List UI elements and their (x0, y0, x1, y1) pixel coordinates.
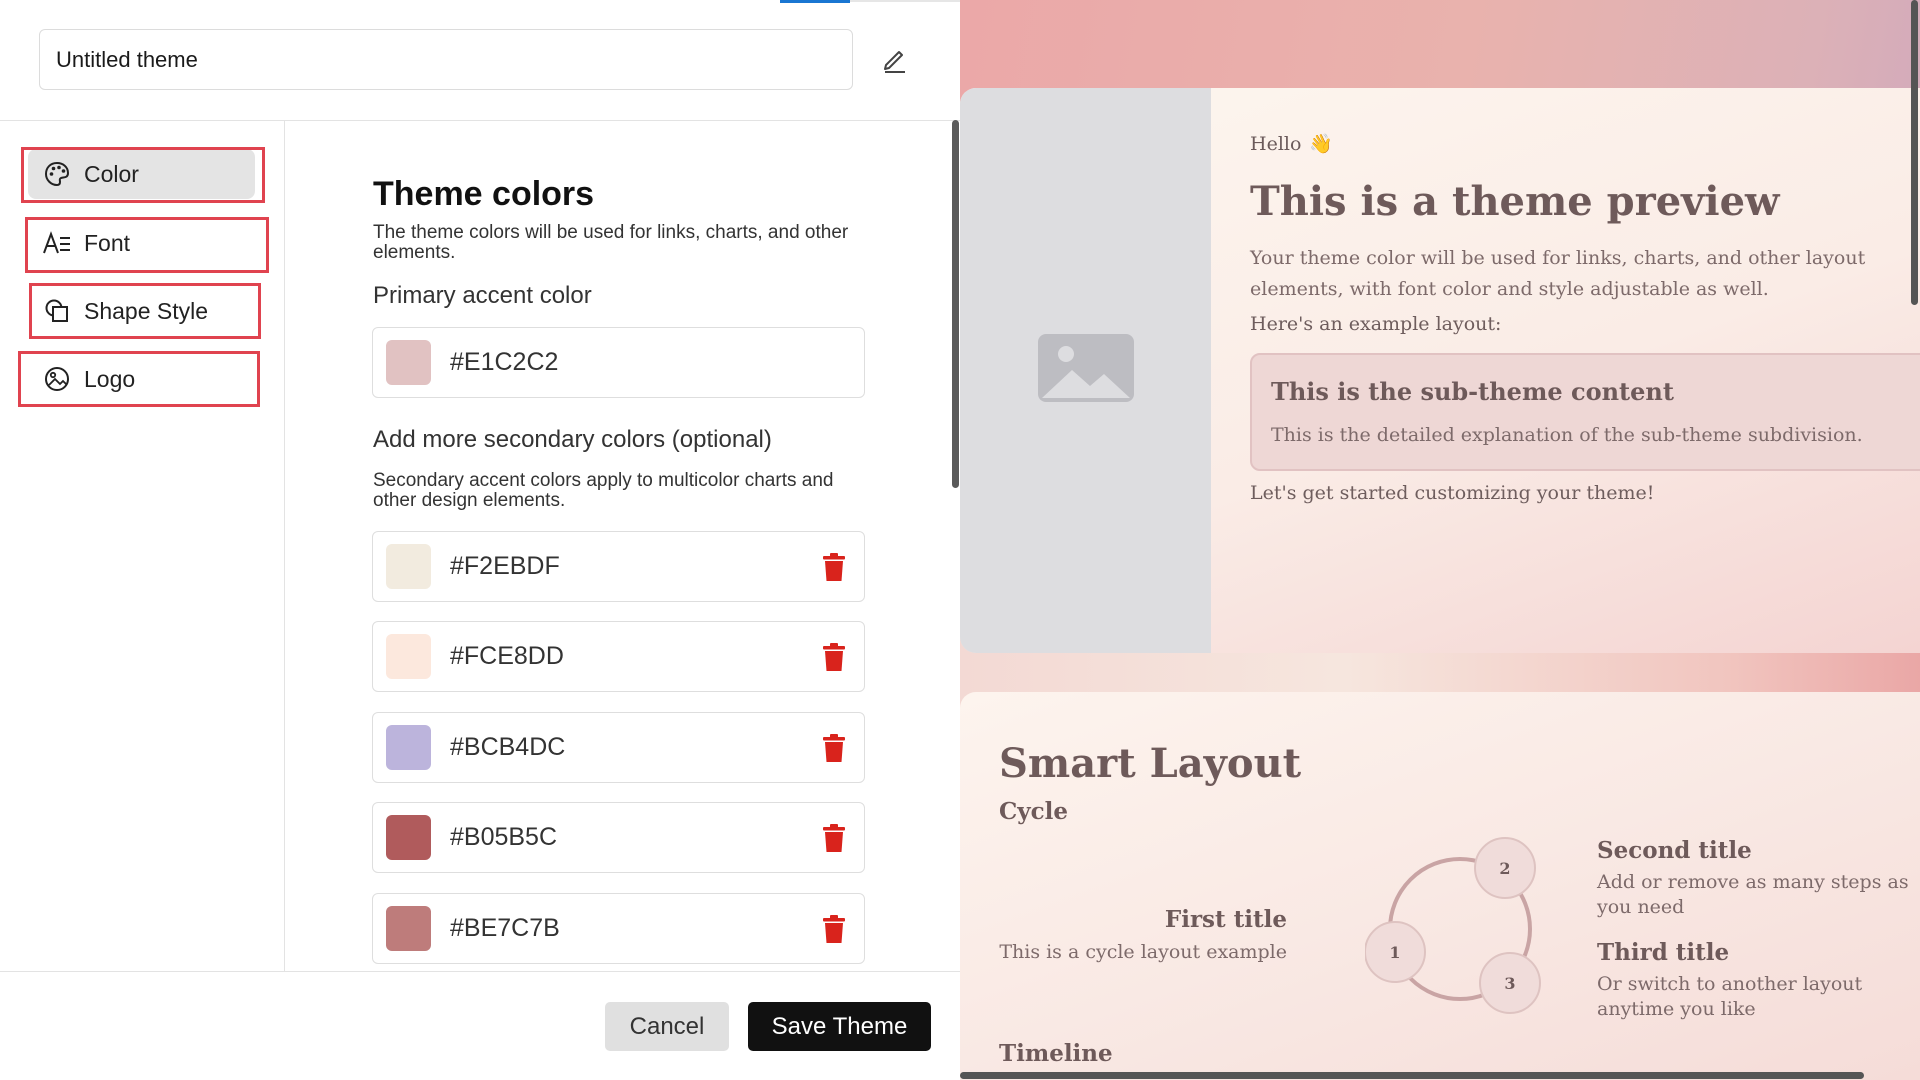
header-divider (0, 120, 960, 121)
logo-icon (42, 364, 72, 394)
pencil-icon[interactable] (880, 44, 910, 74)
color-swatch[interactable] (386, 725, 431, 770)
preview-card-hero: Hello 👋 This is a theme preview Your the… (960, 88, 1920, 653)
primary-color-label: Primary accent color (373, 282, 592, 309)
secondary-color-field[interactable]: #B05B5C (372, 802, 865, 873)
cycle-first-body: This is a cycle layout example (999, 941, 1287, 963)
timeline-label: Timeline (999, 1040, 1113, 1067)
color-hex-value: #FCE8DD (450, 642, 564, 670)
secondary-color-field[interactable]: #BCB4DC (372, 712, 865, 783)
subtheme-body: This is the detailed explanation of the … (1271, 424, 1863, 446)
cycle-step-number: 3 (1504, 974, 1515, 993)
footer-divider (0, 971, 960, 972)
trash-icon[interactable] (821, 823, 847, 853)
color-hex-value: #E1C2C2 (450, 348, 559, 376)
theme-editor-panel: Untitled theme Color Font Shape Style Lo… (0, 0, 1140, 1080)
waving-hand-icon: 👋 (1309, 133, 1334, 155)
theme-name-input[interactable]: Untitled theme (39, 29, 853, 90)
greeting-text: Hello (1250, 132, 1302, 155)
sidebar-item-shape-style[interactable]: Shape Style (28, 286, 255, 336)
color-swatch[interactable] (386, 544, 431, 589)
cycle-step-number: 1 (1389, 943, 1400, 962)
preview-greeting: Hello 👋 (1250, 132, 1334, 156)
subtheme-title: This is the sub-theme content (1271, 377, 1674, 406)
color-hex-value: #F2EBDF (450, 552, 560, 580)
font-icon (42, 228, 72, 258)
cycle-step-2: 2 (1474, 837, 1536, 899)
cycle-second-body: Add or remove as many steps as you need (1597, 871, 1909, 918)
cycle-label: Cycle (999, 798, 1069, 825)
color-hex-value: #BE7C7B (450, 914, 560, 942)
save-theme-button[interactable]: Save Theme (748, 1002, 931, 1051)
active-tab-indicator (780, 0, 850, 3)
cycle-step-number: 2 (1499, 859, 1510, 878)
smart-layout-title: Smart Layout (999, 740, 1302, 787)
color-swatch[interactable] (386, 340, 431, 385)
sidebar-item-label: Logo (84, 365, 136, 392)
preview-card-smart-layout: Smart Layout Cycle First title This is a… (960, 692, 1920, 1080)
cancel-button[interactable]: Cancel (605, 1002, 729, 1051)
sidebar-item-color[interactable]: Color (28, 149, 255, 199)
cycle-step-3: 3 (1479, 952, 1541, 1014)
preview-horizontal-scrollbar[interactable] (960, 1072, 1864, 1079)
preview-vertical-scrollbar[interactable] (1911, 0, 1918, 305)
secondary-colors-label: Add more secondary colors (optional) (373, 426, 772, 453)
color-swatch[interactable] (386, 906, 431, 951)
cycle-second-title: Second title (1597, 837, 1752, 864)
secondary-color-field[interactable]: #FCE8DD (372, 621, 865, 692)
secondary-color-field[interactable]: #F2EBDF (372, 531, 865, 602)
color-swatch[interactable] (386, 815, 431, 860)
theme-preview-panel: Hello 👋 This is a theme preview Your the… (960, 0, 1920, 1080)
secondary-color-field[interactable]: #BE7C7B (372, 893, 865, 964)
preview-title: This is a theme preview (1250, 178, 1780, 225)
trash-icon[interactable] (821, 914, 847, 944)
color-swatch[interactable] (386, 634, 431, 679)
sidebar-divider (284, 120, 285, 972)
color-hex-value: #BCB4DC (450, 733, 566, 761)
trash-icon[interactable] (821, 552, 847, 582)
section-description: The theme colors will be used for links,… (373, 222, 849, 263)
sidebar-item-label: Shape Style (84, 297, 209, 324)
image-placeholder (960, 88, 1211, 653)
sidebar-item-font[interactable]: Font (28, 218, 255, 268)
primary-color-field[interactable]: #E1C2C2 (372, 327, 865, 398)
secondary-colors-description: Secondary accent colors apply to multico… (373, 470, 834, 511)
cycle-step-1: 1 (1365, 921, 1426, 983)
subtheme-box: This is the sub-theme content This is th… (1250, 353, 1920, 471)
shape-icon (42, 296, 72, 326)
preview-started-text: Let's get started customizing your theme… (1250, 482, 1655, 504)
theme-name-value: Untitled theme (56, 46, 198, 72)
cycle-first-title: First title (1164, 906, 1287, 933)
trash-icon[interactable] (821, 642, 847, 672)
cycle-diagram: 1 2 3 (1365, 837, 1541, 1014)
vertical-scrollbar[interactable] (952, 120, 959, 488)
section-title: Theme colors (373, 175, 595, 213)
trash-icon[interactable] (821, 733, 847, 763)
preview-body: Your theme color will be used for links,… (1250, 247, 1866, 300)
cycle-third-body: Or switch to another layout anytime you … (1597, 973, 1863, 1020)
image-placeholder-icon (1037, 334, 1134, 407)
sidebar-item-label: Color (84, 160, 139, 187)
cycle-third-title: Third title (1597, 939, 1730, 966)
sidebar-item-label: Font (84, 229, 131, 256)
sidebar-item-logo[interactable]: Logo (28, 354, 255, 404)
color-hex-value: #B05B5C (450, 823, 558, 851)
preview-example-label: Here's an example layout: (1250, 313, 1502, 335)
palette-icon (42, 159, 72, 189)
